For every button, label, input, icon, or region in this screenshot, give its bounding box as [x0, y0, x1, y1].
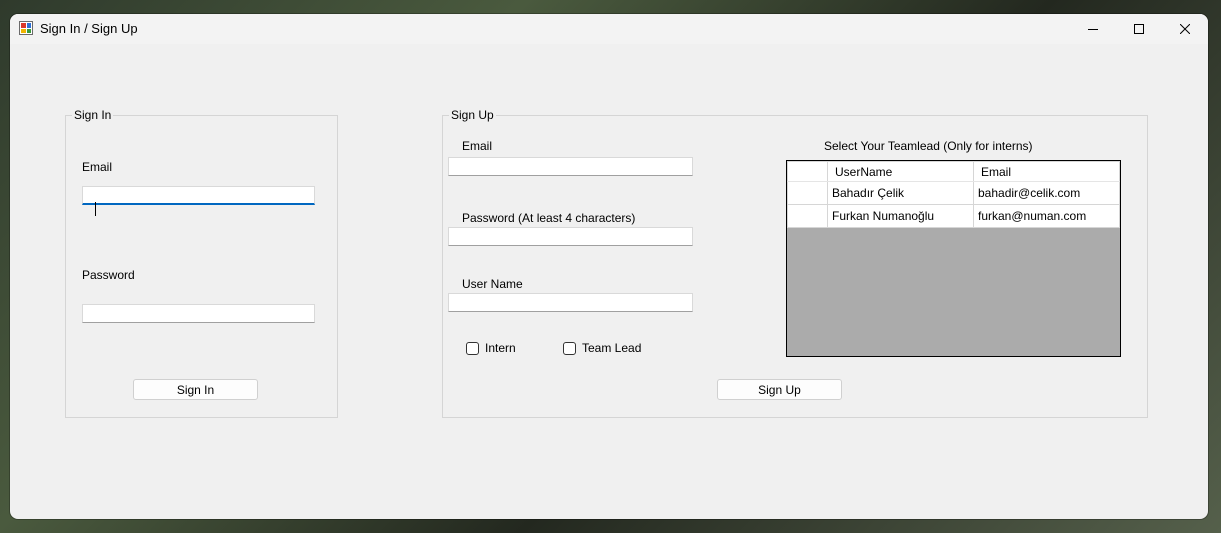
maximize-icon: [1134, 24, 1144, 34]
minimize-icon: [1088, 29, 1098, 30]
signin-password-label: Password: [82, 268, 135, 282]
grid-column-header-email[interactable]: Email: [973, 161, 1120, 182]
teamlead-checkbox-box[interactable]: [563, 341, 576, 355]
teamlead-checkbox-label: Team Lead: [582, 341, 642, 355]
grid-cell-email[interactable]: bahadir@celik.com: [973, 181, 1120, 205]
grid-column-header-username[interactable]: UserName: [827, 161, 974, 182]
signup-email-input[interactable]: [448, 157, 693, 176]
teamlead-grid-label: Select Your Teamlead (Only for interns): [824, 139, 1033, 153]
grid-header-row: UserName Email: [787, 161, 1120, 182]
signup-email-label: Email: [462, 139, 493, 153]
table-row[interactable]: Furkan Numanoğlu furkan@numan.com: [787, 204, 1120, 228]
main-window: Sign In / Sign Up Sign In Email Password…: [10, 14, 1208, 519]
intern-checkbox-box[interactable]: [466, 341, 479, 355]
close-button[interactable]: [1162, 14, 1208, 44]
intern-checkbox[interactable]: Intern: [466, 341, 516, 355]
signin-email-label: Email: [82, 160, 113, 174]
text-caret: [95, 202, 96, 216]
table-row[interactable]: Bahadır Çelik bahadir@celik.com: [787, 181, 1120, 205]
signup-username-input[interactable]: [448, 293, 693, 312]
teamlead-grid[interactable]: UserName Email Bahadır Çelik bahadir@cel…: [786, 160, 1121, 357]
grid-row-header[interactable]: [787, 204, 828, 228]
grid-cell-email[interactable]: furkan@numan.com: [973, 204, 1120, 228]
grid-cell-username[interactable]: Furkan Numanoğlu: [827, 204, 974, 228]
signin-email-input[interactable]: [82, 186, 315, 205]
app-form-icon: [19, 21, 33, 35]
grid-cell-username[interactable]: Bahadır Çelik: [827, 181, 974, 205]
window-title: Sign In / Sign Up: [40, 21, 138, 36]
signup-username-label: User Name: [462, 277, 523, 291]
signin-button[interactable]: Sign In: [133, 379, 258, 400]
grid-row-header[interactable]: [787, 181, 828, 205]
minimize-button[interactable]: [1070, 14, 1116, 44]
maximize-button[interactable]: [1116, 14, 1162, 44]
signin-group-title: Sign In: [72, 108, 114, 122]
title-bar[interactable]: Sign In / Sign Up: [10, 14, 1208, 44]
signup-group-title: Sign Up: [449, 108, 496, 122]
signup-button[interactable]: Sign Up: [717, 379, 842, 400]
intern-checkbox-label: Intern: [485, 341, 516, 355]
teamlead-table: UserName Email Bahadır Çelik bahadir@cel…: [787, 161, 1120, 228]
close-icon: [1180, 24, 1190, 34]
signup-password-label: Password (At least 4 characters): [462, 211, 636, 225]
signup-password-input[interactable]: [448, 227, 693, 246]
teamlead-checkbox[interactable]: Team Lead: [563, 341, 641, 355]
signin-password-input[interactable]: [82, 304, 315, 323]
grid-corner-header[interactable]: [787, 161, 828, 182]
